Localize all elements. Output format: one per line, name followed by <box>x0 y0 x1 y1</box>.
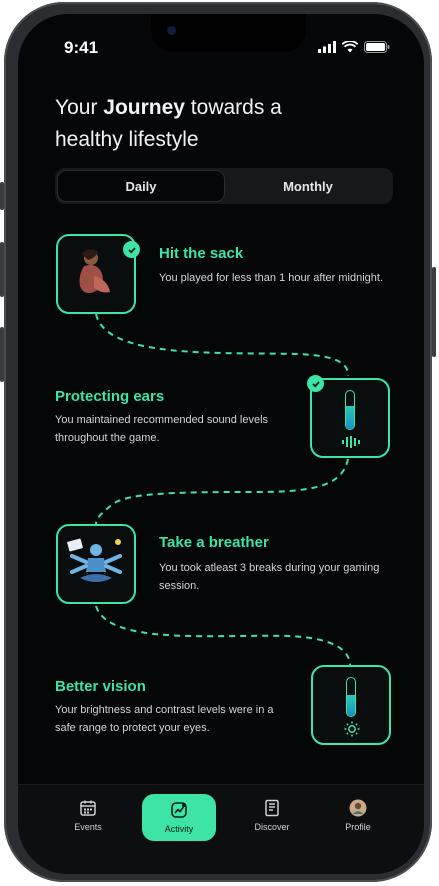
nav-events[interactable]: Events <box>56 799 120 832</box>
milestone-vision-badge[interactable] <box>311 665 391 745</box>
milestone-sleep-check-icon <box>123 241 140 258</box>
nav-activity[interactable]: Activity <box>142 794 216 841</box>
milestone-breather-title: Take a breather <box>159 534 269 551</box>
power-button <box>432 267 436 357</box>
mute-switch <box>0 182 4 210</box>
milestone-breather-badge[interactable] <box>56 524 136 604</box>
brightness-level-gauge <box>346 677 356 717</box>
meditating-person-icon <box>67 538 122 582</box>
brightness-level-fill <box>347 695 355 716</box>
nav-profile-label: Profile <box>345 822 371 832</box>
phone-frame: 9:41 Your Journey towards a healthy life… <box>0 2 436 882</box>
milestone-ears-check-icon <box>307 375 324 392</box>
milestone-vision-desc: Your brightness and contrast levels were… <box>55 704 274 734</box>
avatar-icon <box>349 799 367 817</box>
nav-profile[interactable]: Profile <box>326 799 390 832</box>
nav-events-label: Events <box>74 822 102 832</box>
screen: 9:41 Your Journey towards a healthy life… <box>18 14 424 874</box>
milestone-ears-badge[interactable] <box>310 378 390 458</box>
milestone-breather-desc: You took atleast 3 breaks during your ga… <box>159 562 380 592</box>
sound-level-fill <box>346 406 354 429</box>
activity-icon <box>171 802 187 818</box>
volume-down-button <box>0 327 4 382</box>
brightness-icon <box>344 721 360 737</box>
volume-up-button <box>0 242 4 297</box>
nav-discover[interactable]: Discover <box>240 799 304 832</box>
nav-activity-label: Activity <box>164 824 194 834</box>
news-icon <box>265 799 279 817</box>
milestone-sleep-desc: You played for less than 1 hour after mi… <box>159 272 384 284</box>
milestone-sleep-title: Hit the sack <box>159 245 244 262</box>
milestone-ears-desc: You maintained recommended sound levels … <box>55 414 269 444</box>
sound-wave-icon <box>342 436 360 448</box>
sound-level-gauge <box>345 390 355 430</box>
bottom-nav: Events Activity Discover Profile <box>18 784 424 874</box>
calendar-icon <box>80 800 96 816</box>
milestone-ears-title: Protecting ears <box>55 388 165 405</box>
milestone-vision-title: Better vision <box>55 678 146 695</box>
nav-discover-label: Discover <box>254 822 290 832</box>
